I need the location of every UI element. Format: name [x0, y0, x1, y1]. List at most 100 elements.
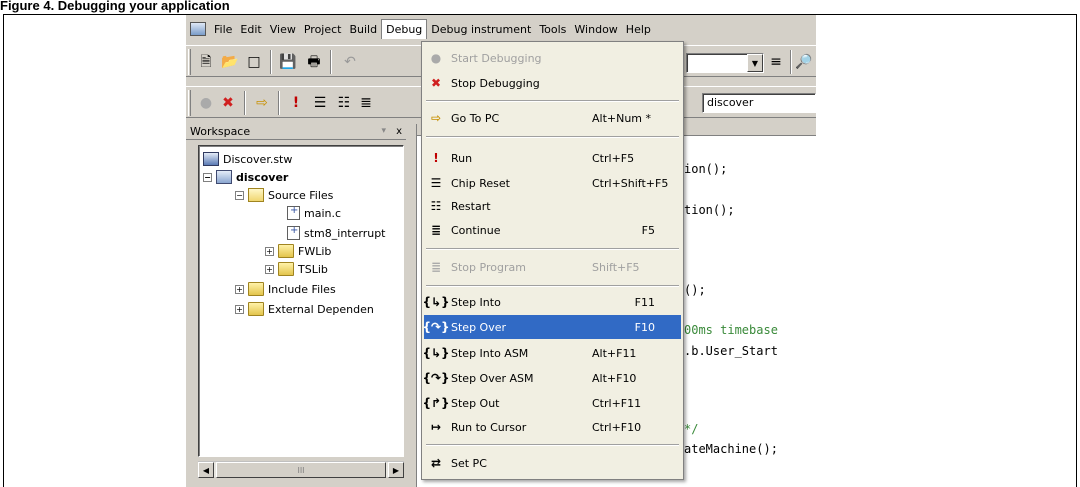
- step-into-asm-icon: {↳}: [422, 346, 450, 360]
- folder-icon: [248, 282, 264, 296]
- tree-item-source-files[interactable]: − Source Files: [235, 186, 333, 204]
- menu-view[interactable]: View: [266, 20, 300, 39]
- set-pc-icon: ⇄: [430, 456, 442, 470]
- chevron-down-icon[interactable]: ▼: [747, 54, 763, 72]
- new-window-icon[interactable]: □: [244, 52, 264, 72]
- scroll-left-icon[interactable]: ◀: [198, 462, 214, 478]
- scroll-thumb[interactable]: III: [216, 462, 386, 478]
- workspace-title: Workspace: [190, 125, 251, 138]
- run-icon: !: [433, 151, 439, 165]
- start-debug-icon[interactable]: ●: [196, 93, 216, 113]
- tree-item-label: Source Files: [268, 188, 334, 202]
- tree-item-main-c[interactable]: main.c: [287, 204, 341, 222]
- menu-separator: [426, 248, 679, 250]
- workspace-tree: Discover.stw − discover − Source Files m…: [198, 145, 404, 457]
- menu-item-chip-reset[interactable]: ☰ Chip Reset Ctrl+Shift+F5: [424, 171, 681, 195]
- menu-item-go-to-pc[interactable]: ⇨ Go To PC Alt+Num *: [424, 106, 681, 130]
- toolbar-separator: [244, 91, 246, 115]
- find-icon[interactable]: ≡: [766, 52, 786, 72]
- menu-item-start-debugging[interactable]: ● Start Debugging: [424, 46, 681, 70]
- menu-separator: [426, 136, 679, 138]
- collapse-icon[interactable]: −: [203, 172, 212, 182]
- restart-toolbar-icon[interactable]: ☷: [334, 93, 354, 113]
- save-icon[interactable]: 💾: [278, 52, 298, 72]
- go-to-pc-icon: ⇨: [430, 111, 442, 125]
- expand-icon[interactable]: +: [235, 304, 244, 314]
- binoculars-icon[interactable]: 🔎: [794, 52, 814, 72]
- app-icon: [190, 22, 206, 36]
- scroll-right-icon[interactable]: ▶: [388, 462, 404, 478]
- workspace-title-bar: Workspace ▾ x: [186, 124, 406, 140]
- run-toolbar-icon[interactable]: !: [286, 93, 306, 113]
- menu-item-step-out[interactable]: {↱} Step Out Ctrl+F11: [422, 391, 681, 415]
- folder-icon: [248, 302, 264, 316]
- menu-file[interactable]: File: [210, 20, 236, 39]
- menu-item-continue[interactable]: ≣ Continue F5: [424, 218, 681, 242]
- menu-help[interactable]: Help: [622, 20, 655, 39]
- code-line: ion();: [684, 162, 728, 176]
- source-file-icon: [287, 205, 300, 220]
- menu-item-run[interactable]: ! Run Ctrl+F5: [424, 146, 681, 170]
- tree-item-workspace[interactable]: Discover.stw: [203, 150, 292, 168]
- menu-debug-instrument[interactable]: Debug instrument: [427, 20, 535, 39]
- new-file-icon[interactable]: 🗎: [196, 52, 216, 72]
- step-out-icon: {↱}: [422, 396, 450, 410]
- tree-item-tslib[interactable]: + TSLib: [265, 260, 328, 278]
- tree-item-label: TSLib: [298, 262, 328, 276]
- undo-icon[interactable]: ↶: [340, 52, 360, 72]
- menu-item-stop-program[interactable]: ≣ Stop Program Shift+F5: [424, 255, 681, 279]
- expand-icon[interactable]: +: [265, 264, 274, 274]
- project-combo[interactable]: discover: [702, 93, 816, 113]
- go-to-pc-toolbar-icon[interactable]: ⇨: [252, 93, 272, 113]
- collapse-icon[interactable]: −: [235, 190, 244, 200]
- tree-item-external-dependencies[interactable]: + External Dependen: [235, 300, 374, 318]
- continue-icon: ≣: [430, 223, 442, 237]
- restart-icon: ☷: [430, 199, 442, 213]
- tree-item-include-files[interactable]: + Include Files: [235, 280, 336, 298]
- tree-item-project[interactable]: − discover: [203, 168, 288, 186]
- close-icon[interactable]: x: [396, 124, 402, 139]
- menu-item-restart[interactable]: ☷ Restart: [424, 194, 681, 218]
- menu-debug[interactable]: Debug: [381, 19, 428, 39]
- menu-item-step-into[interactable]: {↳} Step Into F11: [422, 290, 681, 314]
- menu-item-run-to-cursor[interactable]: ↦ Run to Cursor Ctrl+F10: [424, 415, 681, 439]
- open-folder-icon[interactable]: 📂: [220, 52, 240, 72]
- menu-item-step-into-asm[interactable]: {↳} Step Into ASM Alt+F11: [422, 341, 681, 365]
- code-line: tion();: [684, 203, 735, 217]
- expand-icon[interactable]: +: [235, 284, 244, 294]
- expand-icon[interactable]: +: [265, 246, 274, 256]
- tree-item-label: main.c: [304, 206, 342, 220]
- menu-build[interactable]: Build: [345, 20, 381, 39]
- stop-debug-icon[interactable]: ✖: [218, 93, 238, 113]
- stop-program-icon: ≣: [430, 260, 442, 274]
- print-icon[interactable]: 🖶: [304, 52, 324, 72]
- toolbar-grip[interactable]: [188, 49, 191, 75]
- code-line: .b.User_Start: [684, 344, 778, 358]
- menu-item-set-pc[interactable]: ⇄ Set PC: [424, 451, 681, 475]
- figure-caption: Figure 4. Debugging your application: [0, 0, 230, 13]
- debug-menu: ● Start Debugging ✖ Stop Debugging ⇨ Go …: [421, 41, 684, 480]
- tree-item-stm8-interrupt[interactable]: stm8_interrupt: [287, 224, 386, 242]
- workspace-horizontal-scrollbar[interactable]: ◀ III ▶: [198, 461, 404, 478]
- menu-tools[interactable]: Tools: [535, 20, 570, 39]
- menu-separator: [426, 285, 679, 287]
- pin-icon[interactable]: ▾: [381, 124, 386, 139]
- folder-open-icon: [248, 188, 264, 202]
- menu-item-stop-debugging[interactable]: ✖ Stop Debugging: [424, 71, 681, 95]
- tree-item-fwlib[interactable]: + FWLib: [265, 242, 331, 260]
- menu-edit[interactable]: Edit: [236, 20, 265, 39]
- code-line: ();: [684, 283, 706, 297]
- menu-item-step-over-asm[interactable]: {↷} Step Over ASM Alt+F10: [422, 366, 681, 390]
- toolbar-separator: [270, 50, 272, 74]
- menu-bar: File Edit View Project Build Debug Debug…: [186, 15, 816, 43]
- toolbar-combo[interactable]: ▼: [686, 53, 764, 73]
- continue-toolbar-icon[interactable]: ≣: [356, 93, 376, 113]
- toolbar-grip[interactable]: [188, 90, 191, 116]
- chip-reset-toolbar-icon[interactable]: ☰: [310, 93, 330, 113]
- menu-project[interactable]: Project: [300, 20, 346, 39]
- project-icon: [216, 170, 232, 184]
- menu-window[interactable]: Window: [570, 20, 621, 39]
- menu-separator: [426, 100, 679, 102]
- menu-item-step-over[interactable]: {↷} Step Over F10: [422, 315, 681, 339]
- project-combo-value: discover: [707, 96, 754, 109]
